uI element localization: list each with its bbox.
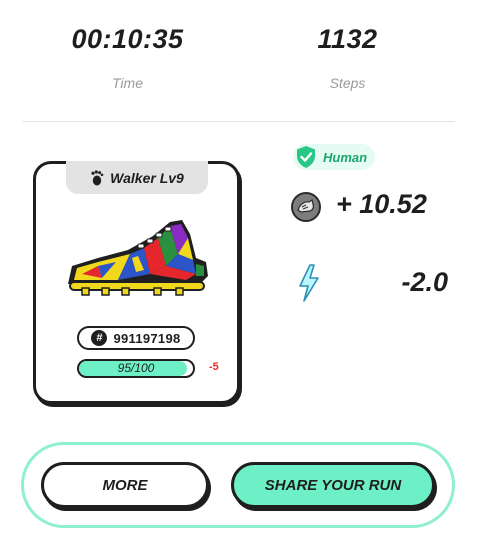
sneaker-id: 991197198: [113, 330, 181, 346]
steps-label: Steps: [329, 75, 366, 91]
time-value: 00:10:35: [71, 24, 184, 54]
mode-label: Human: [323, 149, 368, 165]
sneaker-image: [58, 214, 218, 304]
steps-value: 1132: [317, 24, 378, 54]
divider: [22, 121, 455, 122]
durability-text: 95/100: [117, 361, 155, 375]
energy-value: -2.0: [401, 267, 448, 297]
sneaker-card[interactable]: Walker Lv9 # 991197198 95/100 -5: [33, 161, 240, 404]
share-run-button[interactable]: SHARE YOUR RUN: [231, 462, 435, 508]
sneaker-id-pill: # 991197198: [77, 326, 195, 350]
shield-check-icon: [297, 146, 315, 168]
time-stat: 00:10:35 Time: [40, 24, 215, 91]
sneaker-level-tab: Walker Lv9: [66, 161, 208, 194]
lightning-bolt-icon: [299, 264, 319, 302]
energy-row: -2.0: [297, 264, 452, 304]
steps-stat: 1132 Steps: [260, 24, 435, 91]
mode-badge: Human: [293, 144, 375, 170]
hash-icon: #: [91, 330, 108, 346]
footprint-icon: [91, 169, 104, 185]
more-button[interactable]: MORE: [41, 462, 209, 508]
action-bar: MORE SHARE YOUR RUN: [21, 442, 455, 528]
gst-coin-icon: [291, 192, 321, 222]
reward-row: + 10.52: [291, 189, 451, 229]
time-label: Time: [112, 75, 143, 91]
durability-bar: 95/100: [77, 359, 195, 378]
reward-value: + 10.52: [336, 189, 427, 219]
durability-delta: -5: [209, 361, 219, 373]
sneaker-level-label: Walker Lv9: [110, 169, 184, 186]
